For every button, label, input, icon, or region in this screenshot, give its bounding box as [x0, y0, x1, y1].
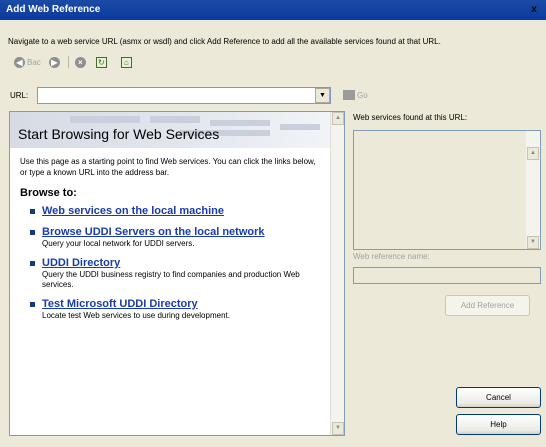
services-scrollbar[interactable]: ▲ ▼	[526, 131, 540, 249]
banner: Start Browsing for Web Services	[10, 112, 332, 148]
window-title: Add Web Reference	[6, 4, 101, 15]
list-item: Browse UDDI Servers on the local network…	[30, 225, 330, 249]
banner-decoration	[70, 116, 140, 123]
bullet-icon	[30, 302, 35, 307]
back-button-label: Bac	[27, 57, 41, 67]
browser-scrollbar[interactable]: ▲ ▼	[330, 112, 344, 435]
list-item: UDDI Directory Query the UDDI business r…	[30, 256, 330, 290]
bullet-icon	[30, 230, 35, 235]
web-reference-name-input[interactable]	[353, 267, 541, 284]
stop-button[interactable]: ×	[74, 56, 88, 68]
url-label: URL:	[10, 90, 29, 100]
banner-title: Start Browsing for Web Services	[18, 126, 220, 142]
url-row: URL: ▼ Go	[10, 86, 368, 104]
link-local-machine[interactable]: Web services on the local machine	[42, 204, 330, 218]
link-description: Query your local network for UDDI server…	[42, 239, 195, 248]
scroll-up-icon[interactable]: ▲	[527, 147, 539, 160]
go-button-label: Go	[357, 90, 368, 100]
forward-button[interactable]: ▶	[48, 56, 62, 68]
services-found-label: Web services found at this URL:	[353, 113, 468, 122]
web-reference-name-label: Web reference name:	[353, 252, 430, 261]
intro-text: Use this page as a starting point to fin…	[20, 157, 316, 177]
close-icon[interactable]: x	[527, 3, 541, 16]
banner-decoration	[280, 124, 320, 130]
instructions-text: Navigate to a web service URL (asmx or w…	[8, 37, 441, 46]
bullet-icon	[30, 261, 35, 266]
services-found-list[interactable]: ▲ ▼	[353, 130, 541, 250]
list-item: Web services on the local machine	[30, 204, 330, 218]
link-list: Web services on the local machine Browse…	[30, 204, 330, 328]
add-reference-button[interactable]: Add Reference	[445, 295, 530, 316]
help-button[interactable]: Help	[456, 414, 541, 435]
navigation-toolbar: ◀ Bac ▶ × ↻ ⌂	[14, 54, 146, 70]
bullet-icon	[30, 209, 35, 214]
back-button[interactable]: ◀ Bac	[14, 56, 41, 68]
link-uddi-servers[interactable]: Browse UDDI Servers on the local network	[42, 225, 330, 239]
refresh-button[interactable]: ↻	[95, 56, 113, 68]
title-bar: Add Web Reference x	[0, 0, 546, 20]
go-button[interactable]: Go	[343, 90, 368, 100]
browse-to-heading: Browse to:	[20, 187, 77, 199]
scroll-down-icon[interactable]: ▼	[332, 422, 344, 435]
url-input[interactable]: ▼	[37, 86, 331, 104]
toolbar-separator	[67, 56, 69, 68]
cancel-button[interactable]: Cancel	[456, 387, 541, 408]
stop-icon: ×	[74, 56, 86, 68]
scroll-down-icon[interactable]: ▼	[527, 236, 539, 249]
link-description: Query the UDDI business registry to find…	[42, 270, 300, 289]
link-uddi-directory[interactable]: UDDI Directory	[42, 256, 330, 270]
browser-pane: Start Browsing for Web Services Use this…	[9, 111, 345, 436]
link-description: Locate test Web services to use during d…	[42, 311, 230, 320]
right-pane: Web services found at this URL: ▲ ▼ Web …	[353, 111, 543, 441]
refresh-icon: ↻	[95, 56, 107, 68]
back-arrow-icon: ◀	[14, 56, 25, 68]
list-item: Test Microsoft UDDI Directory Locate tes…	[30, 297, 330, 321]
scroll-up-icon[interactable]: ▲	[332, 112, 344, 125]
forward-arrow-icon: ▶	[48, 56, 60, 68]
banner-decoration	[150, 116, 200, 123]
home-button[interactable]: ⌂	[120, 56, 138, 68]
home-icon: ⌂	[120, 56, 132, 68]
link-test-uddi-directory[interactable]: Test Microsoft UDDI Directory	[42, 297, 330, 311]
url-dropdown-button[interactable]: ▼	[315, 87, 330, 103]
go-icon	[343, 90, 355, 100]
